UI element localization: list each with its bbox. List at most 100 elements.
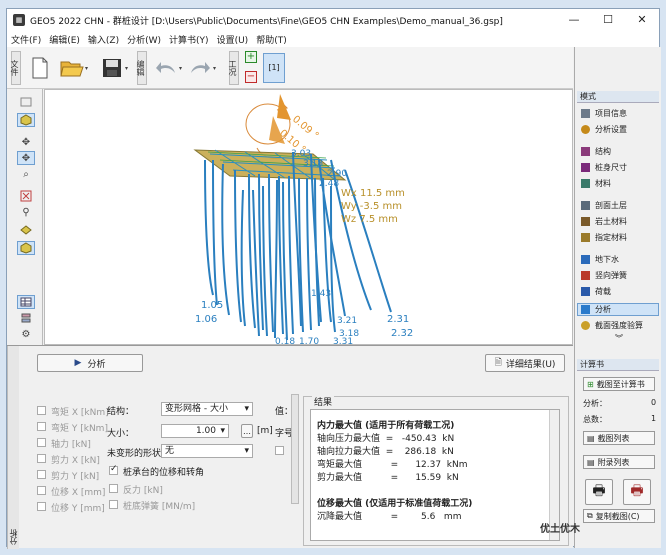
menu-analysis[interactable]: 分析(W) xyxy=(127,33,161,46)
view-iso-icon[interactable] xyxy=(17,241,35,255)
pile-value-mid-4: 3.31 xyxy=(333,337,353,345)
mode-profile[interactable]: 剖面土层 xyxy=(581,199,627,212)
displacement-y-checkbox[interactable] xyxy=(37,502,46,511)
maximize-button[interactable]: ☐ xyxy=(591,9,625,31)
view-top-icon[interactable] xyxy=(17,223,35,237)
stage-1-tab[interactable]: [1] xyxy=(263,53,285,83)
zoom-window-icon[interactable]: ⌕ xyxy=(17,167,35,181)
undo-dropdown-icon[interactable]: ▾ xyxy=(179,65,182,72)
detailed-results-button[interactable]: 🗎 详细结果(U) xyxy=(485,354,565,372)
results-group: 结果 内力最大值 (适用于所有荷载工况) 轴向压力最大值 = -450.43 k… xyxy=(303,395,569,546)
watermark-text: 优土优木 xyxy=(540,524,580,535)
new-document-icon xyxy=(32,57,48,79)
section-list-button[interactable]: ▤ 截图列表 xyxy=(583,431,655,445)
shear-x-checkbox[interactable] xyxy=(37,454,46,463)
moment-x-checkbox[interactable] xyxy=(37,406,46,415)
displacement-x-checkbox[interactable] xyxy=(37,486,46,495)
pile-spring-checkbox[interactable] xyxy=(109,500,118,509)
shear-y-checkbox[interactable] xyxy=(37,470,46,479)
window-title: GEO5 2022 CHN - 群桩设计 [D:\Users\Public\Do… xyxy=(30,16,503,27)
print-button[interactable]: 🖶 xyxy=(585,479,613,505)
menu-input[interactable]: 输入(Z) xyxy=(88,33,119,46)
analysis-vertical-tab[interactable]: 分析 xyxy=(7,346,19,549)
mode-load[interactable]: 荷载 xyxy=(581,285,611,298)
structure-select[interactable]: 变形网格 - 大小 xyxy=(161,402,253,416)
analysis-panel: 分析 ▶ 分析 🗎 详细结果(U) 弯矩 X [kNm] 弯矩 Y [kNm] … xyxy=(7,345,573,549)
menu-edit[interactable]: 编辑(E) xyxy=(49,33,80,46)
menu-file[interactable]: 文件(F) xyxy=(11,33,41,46)
pan-icon[interactable]: ✥ xyxy=(17,151,35,165)
displacement-y-label: 位移 Y [mm] xyxy=(51,504,105,514)
options-scrollbar[interactable] xyxy=(291,394,299,504)
results-max-shear: 剪力最大值 = 15.59 kN xyxy=(317,473,459,483)
open-dropdown-icon[interactable]: ▾ xyxy=(85,65,88,72)
view-toolbar: ✥ ✥ ⌕ ⚲ ⚙ xyxy=(7,89,43,345)
mode-materials[interactable]: 材料 xyxy=(581,177,611,190)
reaction-checkbox[interactable] xyxy=(109,484,118,493)
redo-button[interactable] xyxy=(187,53,213,83)
mode-project-info[interactable]: 项目信息 xyxy=(581,107,627,120)
list-icon: ▤ xyxy=(587,433,595,443)
move-icon[interactable]: ✥ xyxy=(17,135,35,149)
value-checkbox[interactable] xyxy=(275,446,284,455)
print-settings-button[interactable]: 🖶 xyxy=(623,479,651,505)
printer-icon: 🖶 xyxy=(592,483,606,499)
pile-deformation-drawing: 0.09 ° 0.10 ° 1.05 1.06 2.31 2.32 1.43 3… xyxy=(193,94,413,345)
add-to-report-button[interactable]: ⊞ 截图至计算书 xyxy=(583,377,655,391)
stage-group-label: 工况 xyxy=(228,51,239,85)
mode-pile-dimensions[interactable]: 桩身尺寸 xyxy=(581,161,627,174)
undo-button[interactable] xyxy=(153,53,179,83)
layers-icon[interactable] xyxy=(17,311,35,325)
mode-section-check[interactable]: 截面强度验算 xyxy=(581,319,643,332)
redo-dropdown-icon[interactable]: ▾ xyxy=(213,65,216,72)
mode-soils[interactable]: 岩土材料 xyxy=(581,215,627,228)
file-group-label: 文件 xyxy=(10,51,21,85)
report-header: 计算书 xyxy=(577,359,659,371)
open-file-button[interactable] xyxy=(59,53,85,83)
remove-stage-button[interactable]: − xyxy=(245,71,257,83)
size-input[interactable]: 1.00 xyxy=(161,424,229,438)
mode-assign[interactable]: 指定材料 xyxy=(581,231,627,244)
pile-group-canvas[interactable]: 0.09 ° 0.10 ° 1.05 1.06 2.31 2.32 1.43 3… xyxy=(44,89,573,345)
moment-y-checkbox[interactable] xyxy=(37,422,46,431)
undeformed-shape-select[interactable]: 无 xyxy=(161,444,253,458)
moment-y-label: 弯矩 Y [kNm] xyxy=(51,424,108,434)
minimize-button[interactable]: — xyxy=(557,9,591,31)
mode-structure[interactable]: 结构 xyxy=(581,145,611,158)
add-stage-button[interactable]: + xyxy=(245,51,257,63)
app-icon: ▦ xyxy=(13,14,25,26)
mode-analysis-settings[interactable]: 分析设置 xyxy=(581,123,627,136)
pile-spring-label: 桩底弹簧 [MN/m] xyxy=(123,502,196,512)
axial-force-checkbox[interactable] xyxy=(37,438,46,447)
view-3d-icon[interactable] xyxy=(17,113,35,127)
settings-gear-icon[interactable]: ⚙ xyxy=(17,327,35,341)
cap-displacement-checkbox[interactable] xyxy=(109,464,118,475)
copy-view-button[interactable]: ⧉ 复制截图(C) xyxy=(583,509,655,523)
appendix-list-button[interactable]: ▤ 附录列表 xyxy=(583,455,655,469)
toolbar: 文件 ▾ ▾ 编辑 ▾ ▾ 工况 + − [1] xyxy=(7,47,573,89)
displacement-wy: Wy -3.5 mm xyxy=(341,201,402,212)
undo-icon xyxy=(156,62,175,73)
pile-value-left-1: 1.05 xyxy=(201,300,223,311)
view-2d-icon[interactable] xyxy=(17,95,35,109)
analyze-button[interactable]: ▶ 分析 xyxy=(37,354,143,372)
save-disk-icon xyxy=(103,59,121,77)
new-file-button[interactable] xyxy=(27,53,53,83)
close-button[interactable]: ✕ xyxy=(625,9,659,31)
menu-report[interactable]: 计算书(Y) xyxy=(169,33,209,46)
save-button[interactable] xyxy=(99,53,125,83)
size-more-button[interactable]: … xyxy=(241,424,253,438)
results-textbox[interactable]: 内力最大值 (适用于所有荷载工况) 轴向压力最大值 = -450.43 kN 轴… xyxy=(310,409,560,541)
total-count-value: 1 xyxy=(651,414,657,423)
expand-chevron-icon[interactable]: ︾ xyxy=(615,333,623,344)
zoom-extents-icon[interactable] xyxy=(17,189,35,203)
menu-settings[interactable]: 设置(U) xyxy=(217,33,249,46)
save-dropdown-icon[interactable]: ▾ xyxy=(125,65,128,72)
menu-help[interactable]: 帮助(T) xyxy=(256,33,287,46)
soils-icon xyxy=(581,217,590,226)
mode-vertical-springs[interactable]: 竖向弹簧 xyxy=(581,269,627,282)
table-view-icon[interactable] xyxy=(17,295,35,309)
rotate-icon[interactable]: ⚲ xyxy=(17,205,35,219)
mode-analysis[interactable]: 分析 xyxy=(577,303,659,316)
mode-water[interactable]: 地下水 xyxy=(581,253,619,266)
